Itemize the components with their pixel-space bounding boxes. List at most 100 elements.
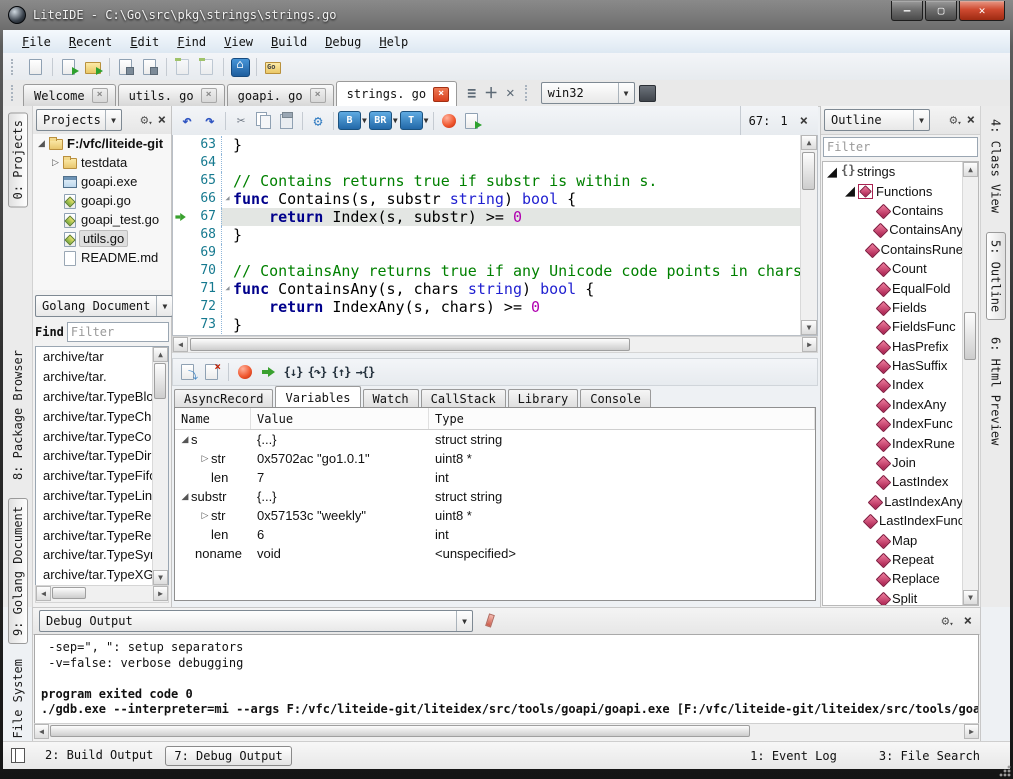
editor-vertical-scrollbar[interactable]: ▲ ▼: [800, 135, 817, 335]
save-file-icon[interactable]: [115, 55, 137, 79]
variable-row-len[interactable]: len7int: [175, 468, 815, 487]
debug-output-text[interactable]: -sep=", ": setup separators -v=false: ve…: [34, 634, 979, 724]
outline-item-functions[interactable]: ◢Functions: [823, 181, 963, 200]
tab-close-icon[interactable]: ×: [92, 88, 108, 103]
menu-file[interactable]: File: [13, 32, 60, 52]
variable-row-str[interactable]: ▷str0x5702ac "go1.0.1"uint8 *: [175, 449, 815, 468]
tab-strings-go[interactable]: strings. go×: [336, 81, 457, 106]
tree-item-readme-md[interactable]: README.md: [33, 248, 171, 267]
expander-closed-icon[interactable]: ▷: [199, 510, 211, 521]
maximize-button[interactable]: ▢: [925, 1, 957, 21]
redo-icon[interactable]: [199, 109, 221, 133]
close-all-icon[interactable]: [196, 55, 218, 79]
debug-tab-console[interactable]: Console: [580, 389, 651, 408]
chevron-down-icon[interactable]: ▼: [424, 116, 429, 125]
editor-horizontal-scrollbar[interactable]: ◀ ▶: [172, 336, 818, 353]
code-line-68[interactable]: 68}: [173, 226, 801, 244]
stop-icon[interactable]: [438, 109, 460, 133]
scroll-left-icon[interactable]: ◀: [34, 724, 49, 739]
paste-icon[interactable]: [276, 109, 298, 133]
outline-item-count[interactable]: Count: [823, 259, 963, 278]
scroll-up-icon[interactable]: ▲: [963, 162, 978, 177]
output-view-combo[interactable]: Debug Output ▼: [39, 610, 473, 632]
build-button[interactable]: B▼: [338, 109, 368, 133]
column-header-value[interactable]: Value: [251, 408, 429, 429]
outline-vertical-scrollbar[interactable]: ▲ ▼: [962, 162, 978, 605]
scroll-left-icon[interactable]: ◀: [36, 586, 51, 601]
godoc-list-item[interactable]: archive/tar.TypeFifo: [36, 466, 153, 486]
open-folder-icon[interactable]: [82, 55, 104, 79]
side-tab-9-golang-document[interactable]: 9: Golang Document: [8, 498, 28, 644]
copy-icon[interactable]: [253, 109, 275, 133]
code-line-64[interactable]: 64: [173, 154, 801, 172]
tree-item-f-vfc-liteide-git[interactable]: ◢F:/vfc/liteide-git: [33, 134, 171, 153]
godoc-list-item[interactable]: archive/tar.: [36, 367, 153, 387]
menu-help[interactable]: Help: [370, 32, 417, 52]
outline-item-indexrune[interactable]: IndexRune: [823, 433, 963, 452]
variable-row-substr[interactable]: ◢substr{...}struct string: [175, 487, 815, 506]
code-line-72[interactable]: 72 return IndexAny(s, chars) >= 0: [173, 298, 801, 316]
fold-marker-icon[interactable]: ◢: [222, 190, 233, 208]
scrollbar-thumb[interactable]: [50, 725, 750, 737]
godoc-list-item[interactable]: archive/tar.TypeXGlobalHeader: [36, 565, 153, 585]
variable-row-noname[interactable]: nonamevoid<unspecified>: [175, 544, 815, 563]
tree-item-utils-go[interactable]: utils.go: [33, 229, 171, 248]
undo-icon[interactable]: [176, 109, 198, 133]
outline-item-indexany[interactable]: IndexAny: [823, 395, 963, 414]
expander-closed-icon[interactable]: ▷: [199, 453, 211, 464]
outline-item-hasprefix[interactable]: HasPrefix: [823, 337, 963, 356]
status-button-2-build-output[interactable]: 2: Build Output: [37, 746, 161, 766]
outline-item-containsrune[interactable]: ContainsRune: [823, 240, 963, 259]
insert-record-icon[interactable]: [177, 360, 199, 384]
scroll-down-icon[interactable]: ▼: [801, 320, 817, 335]
cursor-box-close-icon[interactable]: ×: [798, 114, 810, 128]
toggle-panes-icon[interactable]: [11, 748, 25, 763]
menu-build[interactable]: Build: [262, 32, 316, 52]
column-header-name[interactable]: Name: [175, 408, 251, 429]
step-into-icon[interactable]: {↓}: [282, 360, 304, 384]
build-run-button[interactable]: BR▼: [369, 109, 399, 133]
close-file-icon[interactable]: [172, 55, 194, 79]
run-to-icon[interactable]: →{}: [354, 360, 376, 384]
scrollbar-thumb[interactable]: [802, 152, 815, 190]
scrollbar-thumb[interactable]: [190, 338, 630, 351]
outline-item-containsany[interactable]: ContainsAny: [823, 220, 963, 239]
outline-item-replace[interactable]: Replace: [823, 569, 963, 588]
tabbar-grip[interactable]: [11, 85, 19, 101]
menu-view[interactable]: View: [215, 32, 262, 52]
outline-item-equalfold[interactable]: EqualFold: [823, 278, 963, 297]
tab-Welcome[interactable]: Welcome×: [23, 84, 116, 106]
minimize-button[interactable]: —: [891, 1, 923, 21]
outline-filter-input[interactable]: [823, 137, 978, 157]
tabbar-grip2[interactable]: [525, 85, 533, 101]
code-line-67[interactable]: 67 return Index(s, substr) >= 0: [173, 208, 801, 226]
scroll-left-icon[interactable]: ◀: [173, 337, 188, 352]
outline-menu-gear-icon[interactable]: ⚙: [950, 114, 962, 127]
code-line-65[interactable]: 65// Contains returns true if substr is …: [173, 172, 801, 190]
scroll-right-icon[interactable]: ▶: [964, 724, 979, 739]
godoc-list-item[interactable]: archive/tar.TypeCont: [36, 426, 153, 446]
menu-edit[interactable]: Edit: [121, 32, 168, 52]
outline-item-lastindexany[interactable]: LastIndexAny: [823, 492, 963, 511]
outline-item-indexfunc[interactable]: IndexFunc: [823, 414, 963, 433]
scroll-up-icon[interactable]: ▲: [153, 347, 168, 362]
code-line-70[interactable]: 70// ContainsAny returns true if any Uni…: [173, 262, 801, 280]
outline-item-fieldsfunc[interactable]: FieldsFunc: [823, 317, 963, 336]
debug-tab-asyncrecord[interactable]: AsyncRecord: [174, 389, 273, 408]
godoc-list-item[interactable]: archive/tar.TypeRegA: [36, 525, 153, 545]
projects-menu-gear-icon[interactable]: ⚙: [141, 114, 153, 127]
code-line-69[interactable]: 69: [173, 244, 801, 262]
outline-item-strings[interactable]: ◢strings: [823, 162, 963, 181]
godoc-list-item[interactable]: archive/tar.TypeSymlink: [36, 545, 153, 565]
test-button[interactable]: T▼: [400, 109, 430, 133]
tab-close-icon[interactable]: ×: [201, 88, 217, 103]
side-tab-5-outline[interactable]: 5: Outline: [986, 232, 1006, 320]
close-button[interactable]: ✕: [959, 1, 1005, 21]
expander-open-icon[interactable]: ◢: [179, 434, 191, 445]
outline-item-lastindexfunc[interactable]: LastIndexFunc: [823, 511, 963, 530]
code-line-71[interactable]: 71◢func ContainsAny(s, chars string) boo…: [173, 280, 801, 298]
add-tab-icon[interactable]: ＋: [482, 83, 500, 103]
debug-tab-variables[interactable]: Variables: [275, 386, 360, 408]
tab-utils-go[interactable]: utils. go×: [118, 84, 225, 106]
tree-item-goapi-exe[interactable]: goapi.exe: [33, 172, 171, 191]
